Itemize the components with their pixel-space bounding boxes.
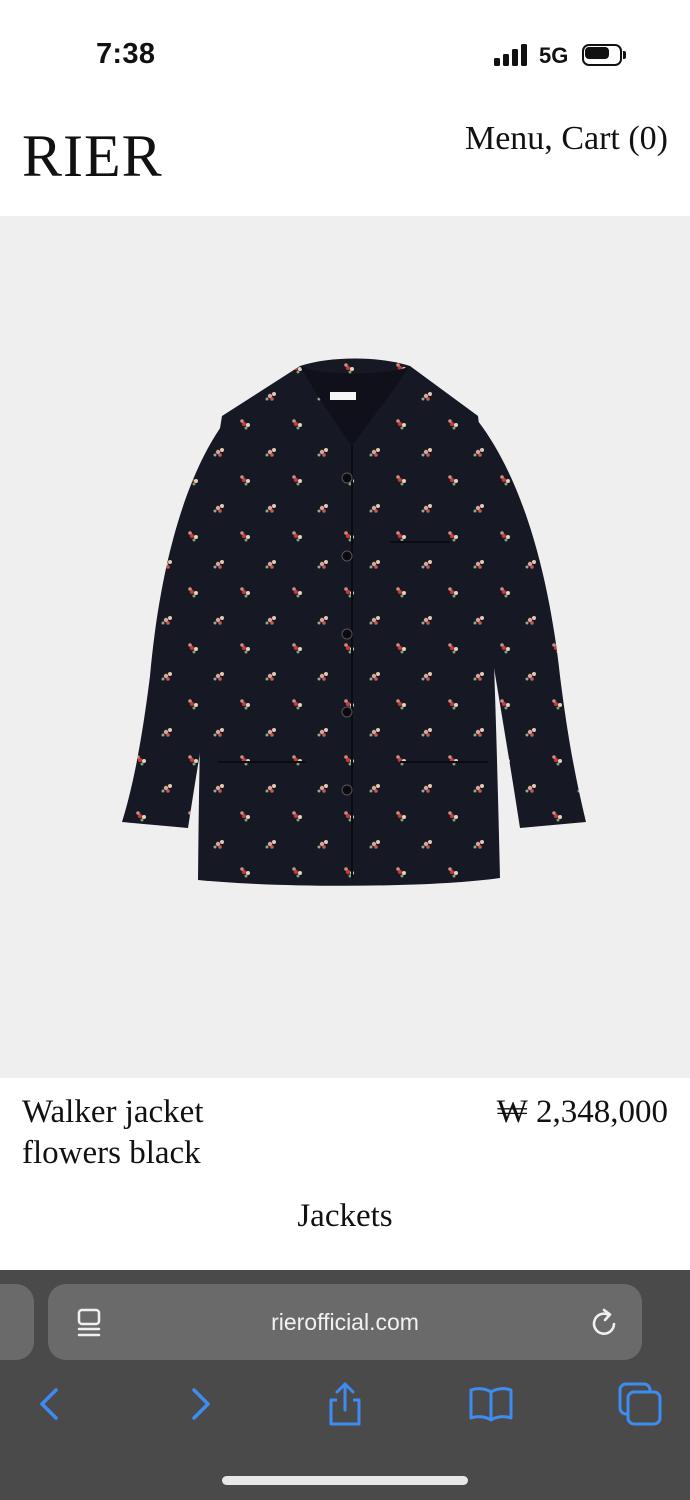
network-label: 5G bbox=[539, 43, 569, 68]
site-header: RIER Menu, Cart (0) bbox=[0, 110, 690, 216]
status-bar: 7:38 5G bbox=[0, 0, 690, 110]
home-indicator bbox=[222, 1476, 468, 1485]
header-nav: Menu, Cart (0) bbox=[465, 120, 668, 158]
share-icon[interactable] bbox=[321, 1380, 369, 1428]
signal-icon bbox=[494, 44, 530, 66]
battery-icon bbox=[582, 44, 626, 66]
browser-toolbar: rierofficial.com bbox=[0, 1270, 690, 1500]
product-price: ₩ 2,348,000 bbox=[496, 1094, 668, 1130]
menu-link[interactable]: Menu, bbox=[465, 120, 553, 157]
product-category[interactable]: Jackets bbox=[0, 1198, 690, 1235]
product-name-line1: Walker jacket bbox=[22, 1094, 204, 1130]
forward-icon[interactable] bbox=[176, 1380, 224, 1428]
product-info: Walker jacket flowers black ₩ 2,348,000 … bbox=[0, 1078, 690, 1246]
reload-icon[interactable] bbox=[590, 1306, 620, 1338]
brand-logo[interactable]: RIER bbox=[22, 122, 163, 191]
previous-tab-pill[interactable] bbox=[0, 1284, 34, 1360]
product-name-line2: flowers black bbox=[22, 1135, 201, 1171]
address-bar[interactable]: rierofficial.com bbox=[48, 1284, 642, 1360]
jacket-photo bbox=[122, 358, 586, 886]
product-name: Walker jacket flowers black bbox=[22, 1092, 322, 1174]
status-time: 7:38 bbox=[96, 38, 156, 70]
url-text[interactable]: rierofficial.com bbox=[48, 1284, 642, 1360]
cart-link[interactable]: Cart (0) bbox=[561, 120, 668, 157]
tabs-icon[interactable] bbox=[616, 1380, 664, 1428]
bookmarks-icon[interactable] bbox=[467, 1380, 515, 1428]
back-icon[interactable] bbox=[26, 1380, 74, 1428]
product-image[interactable] bbox=[0, 216, 690, 1078]
